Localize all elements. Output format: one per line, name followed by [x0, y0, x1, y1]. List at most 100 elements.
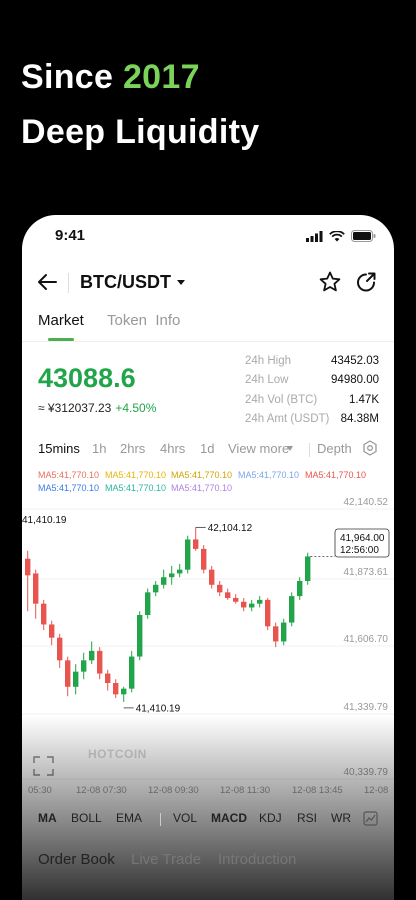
candle-body: [209, 569, 215, 585]
indicator-ma[interactable]: MA: [38, 811, 57, 825]
indicator-ema[interactable]: EMA: [116, 811, 142, 825]
candle-body: [145, 592, 151, 615]
hero-since: Since: [21, 58, 114, 96]
indicator-bar: MA BOLL EMA VOL MACD KDJ RSI WR: [22, 811, 394, 831]
battery-icon: [351, 230, 376, 242]
candle-body: [193, 539, 199, 549]
candle-body: [137, 615, 143, 657]
favorite-star-icon[interactable]: [318, 270, 342, 294]
candle-body: [233, 598, 239, 602]
indicator-wr[interactable]: WR: [331, 811, 351, 825]
chart-settings-icon[interactable]: [362, 440, 378, 456]
low-price-label: 41,410.19: [136, 703, 181, 714]
status-icons: [306, 230, 376, 242]
indicator-vol[interactable]: VOL: [173, 811, 197, 825]
hero-headline: Since 2017 Deep Liquidity: [21, 50, 259, 160]
stat-value: 43452.03: [331, 354, 379, 367]
stat-label: 24h High: [245, 354, 292, 367]
tab-introduction[interactable]: Introduction: [218, 851, 296, 868]
candle-body: [121, 688, 127, 695]
share-icon[interactable]: [354, 270, 378, 294]
candle-body: [105, 673, 111, 683]
ma-legend-item: MA5:41,770.10: [105, 483, 167, 493]
candle-body: [257, 599, 263, 604]
indicator-boll[interactable]: BOLL: [71, 811, 102, 825]
candle-body: [273, 626, 279, 642]
candle-body: [217, 584, 223, 593]
indicator-settings-icon[interactable]: [363, 811, 378, 826]
status-bar: 9:41: [22, 215, 394, 255]
watermark-text: HOTCOIN: [88, 747, 147, 761]
view-more-button[interactable]: View more: [228, 441, 289, 456]
timeframe-bar: 15mins 1h 2hrs 4hrs 1d View more Depth: [22, 440, 394, 463]
caret-down-icon[interactable]: [177, 280, 185, 285]
candle-body: [129, 656, 135, 689]
stat-value: 1.47K: [348, 393, 379, 406]
stat-row: 24h Low 94980.00: [245, 371, 379, 391]
nav-divider: [68, 273, 69, 293]
candle-body: [97, 650, 103, 674]
stat-label: 24h Low: [245, 374, 289, 387]
candle-body: [281, 622, 287, 642]
indicator-rsi[interactable]: RSI: [297, 811, 317, 825]
fiat-price: ≈ ¥312037.23: [38, 401, 112, 415]
candle-body: [65, 660, 71, 687]
ma-legend-item: MA5:41,770.10: [105, 470, 167, 480]
candle-body: [177, 569, 183, 574]
timeframe-1d[interactable]: 1d: [200, 441, 214, 456]
tab-market[interactable]: Market: [38, 312, 84, 329]
candle-body: [169, 573, 175, 578]
stat-value: 94980.00: [331, 374, 379, 387]
candle-body: [41, 603, 47, 625]
indicator-kdj[interactable]: KDJ: [259, 811, 282, 825]
candlestick-chart[interactable]: 42,140.52 41,873.61 41,606.70 41,339.79 40,3…: [22, 495, 394, 815]
candle-body: [89, 650, 95, 661]
view-more-caret-icon[interactable]: [287, 446, 293, 451]
hero-line-2: Deep Liquidity: [21, 113, 260, 151]
fiat-line: ≈ ¥312037.23 +4.50%: [38, 401, 156, 415]
x-axis-label: 12-08 13:45: [292, 785, 343, 796]
hero-line-1: Since 2017: [21, 50, 259, 105]
high-price-label: 42,104.12: [208, 523, 253, 534]
pair-selector[interactable]: BTC/USDT: [80, 272, 171, 293]
ma-legend-item: MA5:41,770.10: [238, 470, 300, 480]
y-axis-label: 41,873.61: [344, 567, 389, 578]
candle-body: [289, 596, 295, 623]
status-time: 9:41: [55, 227, 86, 244]
x-axis-label: 12-08 07:30: [76, 785, 127, 796]
tab-order-book[interactable]: Order Book: [38, 851, 115, 868]
detail-tabs: Market Token Info: [22, 312, 394, 342]
x-axis-label: 05:30: [28, 785, 52, 796]
wifi-icon: [329, 230, 345, 241]
timeframe-4hrs[interactable]: 4hrs: [160, 441, 185, 456]
candle-body: [249, 603, 255, 608]
indicator-macd[interactable]: MACD: [211, 811, 247, 825]
candle-body: [25, 558, 31, 576]
back-arrow-icon[interactable]: [36, 271, 58, 293]
candle-body: [241, 601, 247, 608]
candle-body: [305, 556, 311, 581]
candle-body: [265, 599, 271, 627]
x-axis-label: 12-08 09:30: [148, 785, 199, 796]
fullscreen-icon[interactable]: [33, 756, 54, 776]
stats-panel: 24h High 43452.03 24h Low 94980.00 24h Vol…: [245, 351, 379, 429]
candle-body: [57, 637, 63, 661]
signal-icon: [306, 230, 323, 242]
stat-label: 24h Amt (USDT): [245, 413, 330, 426]
timeframe-15mins[interactable]: 15mins: [38, 441, 80, 456]
stat-label: 24h Vol (BTC): [245, 393, 318, 406]
timeframe-2hrs[interactable]: 2hrs: [120, 441, 145, 456]
tab-token-info[interactable]: Token Info: [107, 312, 180, 329]
candle-body: [297, 581, 303, 597]
depth-button[interactable]: Depth: [317, 441, 352, 456]
timeframe-1h[interactable]: 1h: [92, 441, 106, 456]
candle-body: [113, 683, 119, 695]
candle-body: [73, 671, 79, 687]
candle-body: [161, 577, 167, 585]
tab-live-trade[interactable]: Live Trade: [131, 851, 201, 868]
active-tab-indicator: [48, 338, 74, 341]
candle-body: [225, 592, 231, 598]
stat-row: 24h High 43452.03: [245, 351, 379, 371]
ma-legend-item: MA5:41,770.10: [38, 483, 100, 493]
candle-body: [49, 624, 55, 638]
